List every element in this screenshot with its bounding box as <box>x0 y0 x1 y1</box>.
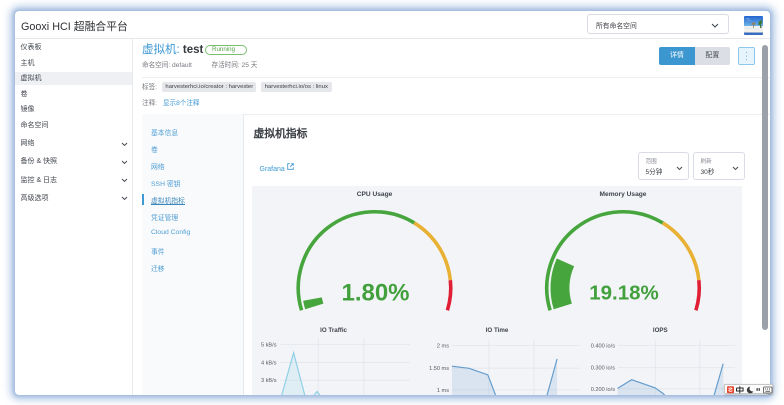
svg-text:4 kB/s: 4 kB/s <box>261 361 277 367</box>
svg-text:1.80%: 1.80% <box>341 280 409 307</box>
svg-text:5 kB/s: 5 kB/s <box>261 342 277 348</box>
svg-text:0.300 io/s: 0.300 io/s <box>591 366 615 372</box>
svg-text:0.400 io/s: 0.400 io/s <box>591 343 615 349</box>
svg-text:3 kB/s: 3 kB/s <box>261 378 277 384</box>
svg-text:0.200 io/s: 0.200 io/s <box>591 387 615 393</box>
svg-text:19.18%: 19.18% <box>589 282 659 305</box>
svg-text:1.50 ms: 1.50 ms <box>429 366 449 372</box>
svg-text:1 ms: 1 ms <box>437 388 449 394</box>
svg-text:2 ms: 2 ms <box>437 344 449 350</box>
